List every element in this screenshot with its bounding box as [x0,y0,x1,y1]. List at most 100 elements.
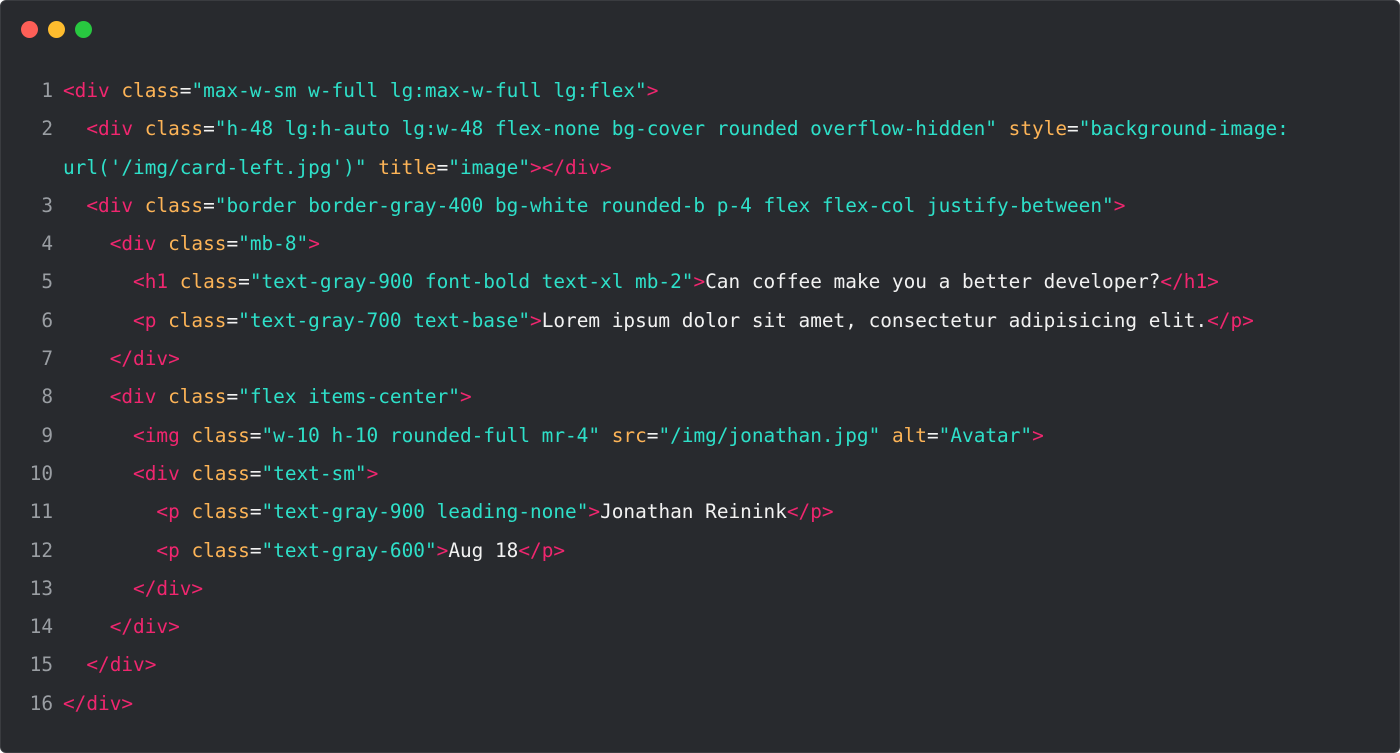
code-token: </div> [133,576,204,600]
code-token: = [249,423,262,447]
code-line: 8 <div class="flex items-center"> [1,378,1399,416]
line-number: 3 [41,193,53,217]
code-token: "/img/jonathan.jpg" [658,423,881,447]
code-token: > [530,308,542,332]
code-token: > [646,79,659,102]
code-token: = [926,423,939,447]
code-token: <p [133,308,169,332]
line-number: 4 [41,232,53,256]
code-token: > [436,538,449,562]
code-token: class [168,385,227,409]
code-text: </div> [63,608,180,646]
line-number: 5 [41,270,53,294]
code-line: 6 <p class="text-gray-700 text-base">Lor… [1,302,1399,340]
code-text: <div class="max-w-sm w-full lg:max-w-ful… [63,72,658,110]
code-line: 2 <div class="h-48 lg:h-auto lg:w-48 fle… [1,110,1399,148]
code-token: = [226,308,239,332]
code-token: > [1032,423,1044,447]
code-line: 5 <h1 class="text-gray-900 font-bold tex… [1,263,1399,301]
code-token: > [308,232,320,256]
code-token: </p> [1207,308,1254,332]
code-token: > [693,270,706,294]
code-token: "text-gray-700 text-base" [238,308,530,332]
code-token: src [611,423,647,447]
code-text: <div class="flex items-center"> [63,378,472,416]
code-token: class [191,423,250,447]
line-number: 1 [41,79,53,102]
code-token: > [1113,193,1126,217]
code-token: = [646,423,659,447]
code-token: Can coffee make you a better developer? [705,270,1161,294]
code-text: </div> [63,570,203,608]
code-line: 13 </div> [1,570,1399,608]
code-token: = [1067,117,1079,141]
line-number: 13 [29,576,53,600]
code-text: </div> [63,685,133,723]
line-number: 8 [41,385,53,409]
code-token: url('/img/card-left.jpg')" [63,155,367,179]
line-number: 11 [29,500,53,524]
code-token: ></div> [530,155,612,179]
code-token: Aug 18 [448,538,519,562]
code-token: <div [109,385,169,409]
code-line: 7 </div> [1,340,1399,378]
code-text: <p class="text-gray-900 leading-none">Jo… [63,493,833,531]
code-text: <p class="text-gray-700 text-base">Lorem… [63,302,1254,340]
maximize-button[interactable] [75,21,92,38]
code-token: = [238,270,250,294]
line-number: 2 [41,117,53,141]
code-token: = [249,461,262,485]
code-line: url('/img/card-left.jpg')" title="image"… [1,149,1399,187]
code-line: 15 </div> [1,646,1399,684]
code-token: <div [109,232,169,256]
code-text: <h1 class="text-gray-900 font-bold text-… [63,263,1219,301]
code-line: 11 <p class="text-gray-900 leading-none"… [1,493,1399,531]
title-bar [1,1,1399,59]
code-line: 16 </div> [1,685,1399,723]
code-text: </div> [63,340,180,378]
code-text: </div> [63,646,156,684]
code-token: = [203,193,215,217]
code-token: </div> [86,653,157,677]
code-token: class [121,79,180,102]
code-token: "max-w-sm w-full lg:max-w-full lg:flex" [191,79,647,102]
code-token: <img [133,423,192,447]
code-token: alt [891,423,927,447]
code-block: 1 <div class="max-w-sm w-full lg:max-w-fu… [1,72,1399,723]
code-token: "mb-8" [238,232,309,256]
code-line: 14 </div> [1,608,1399,646]
minimize-button[interactable] [48,21,65,38]
code-token: title [378,155,437,179]
code-token: "w-10 h-10 rounded-full mr-4" [261,423,601,447]
close-button[interactable] [21,21,38,38]
code-token: style [1008,117,1068,141]
code-text: url('/img/card-left.jpg')" title="image"… [63,149,612,187]
code-token: <h1 [133,270,180,294]
code-token: </div> [109,615,180,639]
code-token: class [191,461,250,485]
code-token: "border border-gray-400 bg-white rounded… [214,193,1114,217]
code-text: <div class="h-48 lg:h-auto lg:w-48 flex-… [63,110,1289,148]
line-number: 9 [41,423,53,447]
code-text: <div class="mb-8"> [63,225,320,263]
code-token: = [226,232,239,256]
code-token: "flex items-center" [238,385,460,409]
code-token: = [249,500,262,524]
code-token: "text-gray-900 font-bold text-xl mb-2" [249,270,694,294]
code-token: "image" [448,155,531,179]
code-token: "background-image: [1078,117,1289,141]
line-number: 16 [29,691,53,715]
code-token: = [226,385,239,409]
code-line: 1 <div class="max-w-sm w-full lg:max-w-fu… [1,72,1399,110]
